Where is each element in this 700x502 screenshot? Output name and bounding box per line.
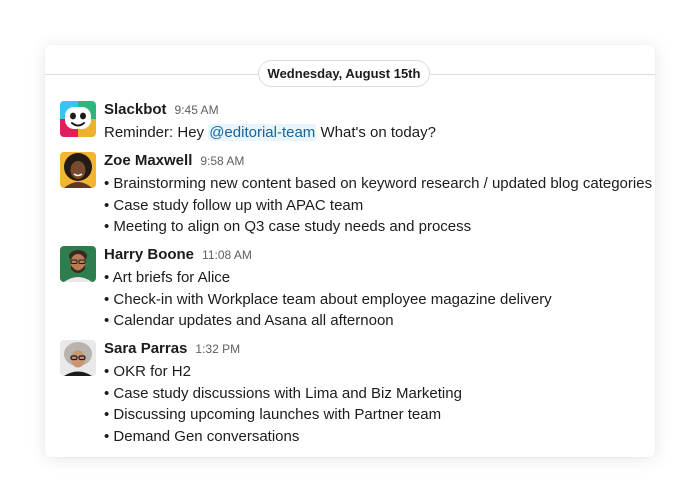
message-line: • Discussing upcoming launches with Part… <box>104 406 442 423</box>
message-text-suffix: What's on today? <box>316 124 436 141</box>
message-line: • Brainstorming new content based on key… <box>104 175 653 192</box>
date-divider-button[interactable]: Wednesday, August 15th <box>258 60 430 87</box>
message-line: • Art briefs for Alice <box>104 269 231 286</box>
zoe-maxwell-avatar[interactable] <box>60 152 96 188</box>
author-name[interactable]: Slackbot <box>104 101 167 118</box>
author-name[interactable]: Sara Parras <box>104 340 187 357</box>
timestamp[interactable]: 9:58 AM <box>200 154 244 168</box>
harry-boone-avatar[interactable] <box>60 246 96 282</box>
author-name[interactable]: Zoe Maxwell <box>104 152 192 169</box>
message-text-prefix: Reminder: Hey <box>104 124 209 141</box>
timestamp[interactable]: 9:45 AM <box>175 103 219 117</box>
message-line: • Case study follow up with APAC team <box>104 196 364 214</box>
message-pane: Wednesday, August 15th Slackbot 9:45 AM … <box>45 45 655 457</box>
message-line: • Demand Gen conversations <box>104 427 300 445</box>
message-line: • OKR for H2 <box>104 363 191 380</box>
message-line: • Case study discussions with Lima and B… <box>104 384 462 402</box>
timestamp[interactable]: 1:32 PM <box>195 342 240 356</box>
slackbot-icon[interactable] <box>60 101 96 137</box>
message-line: • Calendar updates and Asana all afterno… <box>104 312 394 329</box>
message-line: • Meeting to align on Q3 case study need… <box>104 218 472 235</box>
mention-link[interactable]: @editorial-team <box>208 124 317 141</box>
timestamp[interactable]: 11:08 AM <box>202 248 252 262</box>
sara-parras-avatar[interactable] <box>60 340 96 376</box>
message-text: Reminder: Hey @editorial-team What's on … <box>104 122 650 144</box>
author-name[interactable]: Harry Boone <box>104 246 194 263</box>
message-line: • Check-in with Workplace team about emp… <box>104 290 552 308</box>
